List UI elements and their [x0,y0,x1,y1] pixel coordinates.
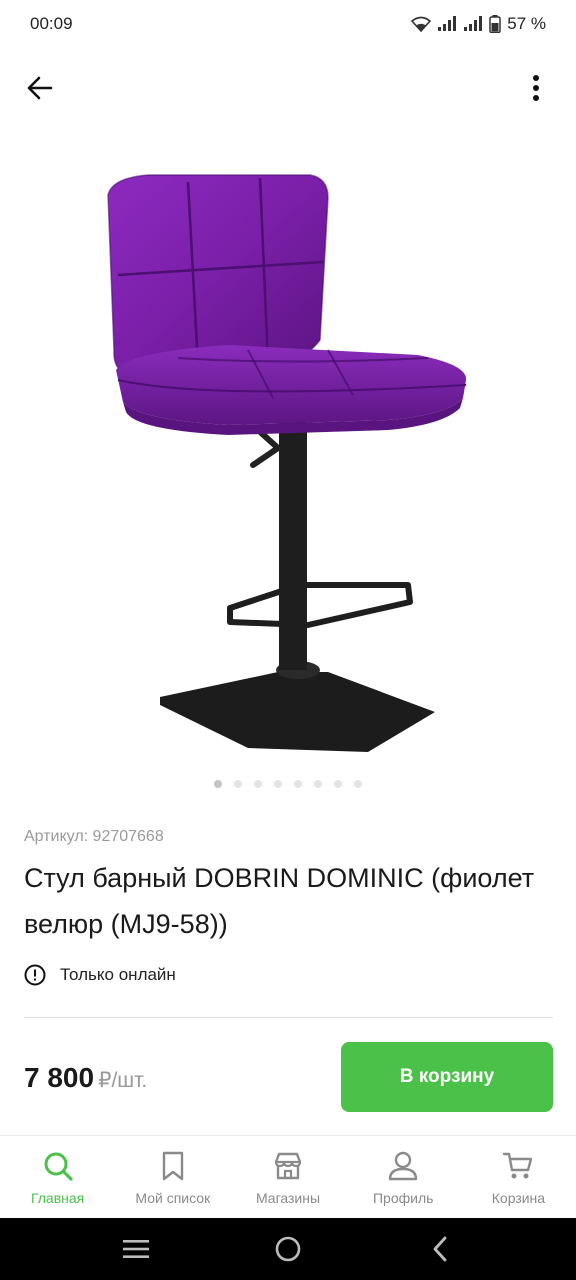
signal-icon-2 [464,16,483,31]
nav-item-my-list[interactable]: Мой список [115,1136,230,1218]
circle-home-icon [275,1236,301,1262]
product-title: Стул барный DOBRIN DOMINIC (фиолет велюр… [24,863,535,939]
battery-level: 57 % [507,14,546,33]
battery-icon [489,15,501,33]
nav-label-home: Главная [30,1190,85,1206]
nav-item-profile[interactable]: Профиль [346,1136,461,1218]
price-unit: ₽/шт. [98,1069,148,1092]
price: 7 800 ₽/шт. [24,1062,147,1094]
top-app-bar [0,58,576,118]
nav-label-profile: Профиль [372,1190,434,1206]
home-button[interactable] [258,1224,318,1274]
menu-lines-icon [123,1240,149,1258]
system-back-button[interactable] [410,1224,470,1274]
pagination-dot[interactable] [254,780,262,788]
divider [24,1017,553,1018]
profile-icon [389,1151,418,1181]
status-bar: 00:09 57 % [0,0,576,48]
pagination-dot[interactable] [294,780,302,788]
system-navigation-bar [0,1218,576,1280]
signal-icon [438,16,457,31]
store-icon [274,1152,302,1180]
price-value: 7 800 [24,1062,95,1093]
status-icons: 57 % [411,14,546,34]
cart-icon [503,1152,533,1179]
nav-item-home[interactable]: Главная [0,1136,115,1218]
bottom-navigation: Главная Мой список Магазины Профиль Корз… [0,1135,576,1218]
article-number: Артикул: 92707668 [24,828,164,845]
more-options-button[interactable] [516,68,556,108]
pagination-dot[interactable] [354,780,362,788]
pagination-dot[interactable] [234,780,242,788]
bar-stool-image [107,174,467,752]
recent-apps-button[interactable] [106,1224,166,1274]
availability-row: Только онлайн [24,964,176,986]
chevron-left-icon [433,1236,447,1262]
product-image[interactable] [88,140,488,770]
status-time: 00:09 [30,14,73,33]
pagination-dot[interactable] [274,780,282,788]
pagination-dot[interactable] [334,780,342,788]
add-to-cart-button[interactable]: В корзину [341,1042,553,1112]
info-circle-icon [24,964,46,986]
pagination-dot[interactable] [214,780,222,788]
nav-label-cart: Корзина [491,1190,546,1206]
image-pagination [0,780,576,788]
back-button[interactable] [20,68,60,108]
nav-item-stores[interactable]: Магазины [230,1136,345,1218]
nav-label-my-list: Мой список [135,1190,211,1206]
wifi-icon [411,16,432,32]
bookmark-icon [162,1151,183,1181]
nav-item-cart[interactable]: Корзина [461,1136,576,1218]
nav-label-stores: Магазины [255,1190,321,1206]
more-vertical-icon [533,75,539,101]
search-icon [44,1152,73,1181]
availability-label: Только онлайн [60,965,176,984]
arrow-left-icon [27,76,53,100]
pagination-dot[interactable] [314,780,322,788]
